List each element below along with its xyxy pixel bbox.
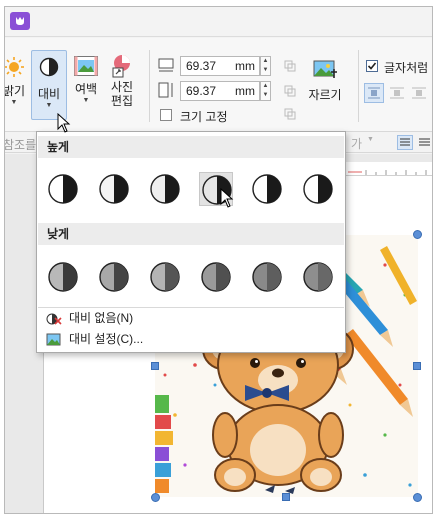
high-contrast-heading: 높게: [38, 136, 344, 158]
mouse-cursor-icon: [57, 113, 71, 133]
contrast-high-2[interactable]: [97, 172, 131, 206]
picture-settings-icon: [46, 333, 61, 346]
font-style-button[interactable]: 가: [351, 135, 362, 152]
checkmark-icon: [367, 62, 377, 70]
mouse-cursor-icon: [220, 188, 234, 208]
no-contrast-icon: [46, 313, 62, 325]
wrap-inline-icon: [368, 87, 380, 99]
fix-size-label: 크기 고정: [180, 110, 228, 124]
contrast-high-1[interactable]: [46, 172, 80, 206]
width-value: 69.37: [186, 59, 217, 73]
contrast-swatch-icon: [99, 174, 129, 204]
contrast-swatch-icon: [303, 174, 333, 204]
contrast-swatch-icon: [201, 262, 231, 292]
picture-margin-icon: [74, 56, 98, 76]
no-contrast-menu-item[interactable]: 대비 없음(N): [39, 309, 343, 328]
contrast-swatch-icon: [99, 262, 129, 292]
chevron-down-icon: ▼: [10, 99, 18, 106]
contrast-settings-menu-item[interactable]: 대비 설정(C)...: [39, 330, 343, 349]
crop-icon: [313, 60, 337, 78]
photo-edit-icon: [112, 55, 130, 78]
contrast-high-3[interactable]: [148, 172, 182, 206]
menu-separator: [38, 307, 344, 308]
resize-handle-top-right[interactable]: [413, 230, 422, 239]
photo-edit-button[interactable]: 사진 편집: [105, 54, 139, 108]
app-window: 밝기 ▼ 대비 ▼ 여백 ▼ 사진 편집 69.37 mm ▲ ▼ 69.37 …: [4, 6, 433, 514]
contrast-settings-label: 대비 설정(C)...: [69, 332, 144, 346]
contrast-low-1[interactable]: [46, 260, 80, 294]
resize-handle-bottom-right[interactable]: [413, 493, 422, 502]
wrap-square-icon[interactable]: [389, 85, 405, 101]
ribbon-separator: [358, 50, 359, 122]
no-contrast-label: 대비 없음(N): [69, 311, 134, 325]
contrast-swatch-icon: [252, 174, 282, 204]
tulip-icon: [16, 17, 24, 25]
height-unit: mm: [235, 84, 255, 98]
contrast-high-5[interactable]: [250, 172, 284, 206]
margin-label: 여백: [74, 82, 98, 96]
contrast-icon: [39, 57, 59, 77]
margin-button[interactable]: 여백 ▼: [71, 56, 101, 105]
align-justify-icon[interactable]: [397, 135, 413, 150]
resize-handle-bottom[interactable]: [282, 493, 290, 501]
low-contrast-heading: 낮게: [38, 223, 344, 245]
brightness-label: 밝기: [4, 84, 26, 98]
quick-access-bar: [5, 7, 432, 37]
resize-handle-right[interactable]: [413, 362, 421, 370]
height-icon: [158, 82, 173, 98]
ruler: [346, 162, 432, 176]
width-icon: [158, 58, 174, 72]
photo-edit-label-2: 편집: [110, 94, 134, 108]
height-spinner[interactable]: ▲ ▼: [260, 81, 271, 101]
fix-size-checkbox[interactable]: [160, 109, 172, 121]
contrast-high-6[interactable]: [301, 172, 335, 206]
wrap-tight-icon[interactable]: [411, 85, 427, 101]
treat-as-char-label: 글자처럼: [384, 61, 429, 75]
brightness-button[interactable]: 밝기 ▼: [4, 56, 29, 107]
resize-handle-bottom-left[interactable]: [151, 493, 160, 502]
contrast-button[interactable]: 대비 ▼: [31, 50, 67, 120]
contrast-label: 대비: [37, 87, 61, 101]
chevron-down-icon: ▼: [45, 102, 53, 109]
chevron-down-icon: ▼: [367, 136, 374, 143]
contrast-low-6[interactable]: [301, 260, 335, 294]
align-left-icon[interactable]: [417, 135, 431, 150]
width-input[interactable]: 69.37 mm: [180, 56, 260, 76]
ribbon-separator: [149, 50, 150, 122]
sun-icon: [5, 57, 24, 77]
contrast-swatch-icon: [252, 262, 282, 292]
size-copy-icon[interactable]: [284, 60, 296, 72]
contrast-low-4[interactable]: [199, 260, 233, 294]
height-input[interactable]: 69.37 mm: [180, 81, 260, 101]
width-spinner[interactable]: ▲ ▼: [260, 56, 271, 76]
app-menu-button[interactable]: [10, 12, 30, 30]
height-value: 69.37: [186, 84, 217, 98]
ruler-marks: [348, 170, 427, 175]
size-reset-icon[interactable]: [284, 85, 296, 97]
crop-button[interactable]: 자르기: [305, 58, 345, 102]
width-unit: mm: [235, 59, 255, 73]
crop-label: 자르기: [308, 88, 342, 102]
contrast-swatch-icon: [150, 174, 180, 204]
resize-handle-left[interactable]: [151, 362, 159, 370]
reference-label: 참조를: [4, 138, 37, 152]
contrast-low-3[interactable]: [148, 260, 182, 294]
size-original-icon[interactable]: [284, 108, 296, 120]
contrast-dropdown: 높게 낮게 대비 없음(N) 대비 설정(C)...: [36, 131, 346, 353]
contrast-low-5[interactable]: [250, 260, 284, 294]
wrap-inline-button[interactable]: [364, 83, 384, 103]
chevron-down-icon: ▼: [82, 97, 90, 104]
contrast-swatch-icon: [303, 262, 333, 292]
contrast-low-2[interactable]: [97, 260, 131, 294]
contrast-swatch-icon: [48, 174, 78, 204]
contrast-swatch-icon: [48, 262, 78, 292]
contrast-swatch-icon: [150, 262, 180, 292]
photo-edit-label-1: 사진: [110, 80, 134, 94]
treat-as-char-checkbox[interactable]: [366, 60, 378, 72]
